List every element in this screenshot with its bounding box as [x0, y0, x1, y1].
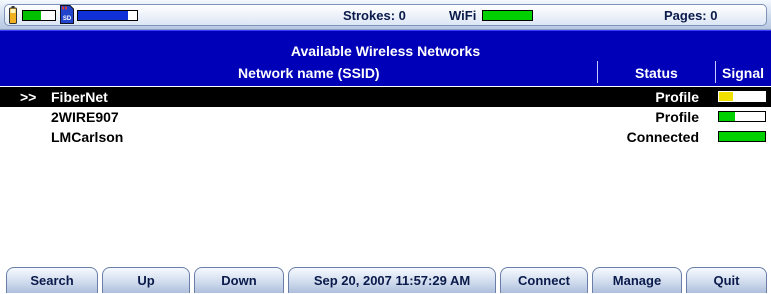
status-bar: SD Strokes: 0 WiFi Pages: 0 — [0, 0, 771, 30]
networks-header: Available Wireless Networks Network name… — [0, 30, 771, 86]
connect-button[interactable]: Connect — [500, 267, 588, 293]
signal-strength-fill — [719, 92, 733, 101]
page-title: Available Wireless Networks — [290, 43, 481, 59]
wifi-signal-gauge — [482, 10, 533, 21]
network-status: Profile — [655, 109, 699, 125]
network-row[interactable]: 2WIRE907 Profile — [0, 107, 771, 127]
memory-gauge-fill — [23, 11, 41, 20]
signal-strength-bar — [718, 111, 766, 122]
datetime-button[interactable]: Sep 20, 2007 11:57:29 AM — [288, 267, 496, 293]
search-button[interactable]: Search — [6, 267, 98, 293]
column-header-ssid: Network name (SSID) — [238, 65, 380, 81]
signal-strength-fill — [719, 112, 736, 121]
selection-cursor: >> — [20, 89, 37, 105]
network-row[interactable]: >> FiberNet Profile — [0, 87, 771, 107]
button-bar: Search Up Down Sep 20, 2007 11:57:29 AM … — [0, 264, 771, 293]
network-status: Connected — [626, 129, 699, 145]
quit-button[interactable]: Quit — [686, 267, 767, 293]
manage-button[interactable]: Manage — [592, 267, 682, 293]
column-header-signal: Signal — [722, 65, 765, 81]
pages-counter: Pages: 0 — [664, 8, 718, 23]
column-divider — [715, 61, 716, 83]
network-status: Profile — [655, 89, 699, 105]
up-button[interactable]: Up — [102, 267, 190, 293]
battery-icon — [9, 6, 17, 24]
network-list: >> FiberNet Profile 2WIRE907 Profile LMC… — [0, 87, 771, 147]
network-row[interactable]: LMCarlson Connected — [0, 127, 771, 147]
signal-strength-bar — [718, 91, 766, 102]
column-header-status: Status — [635, 65, 678, 81]
wifi-label: WiFi — [449, 8, 477, 23]
storage-gauge-fill — [78, 11, 129, 20]
signal-strength-fill — [719, 132, 765, 141]
strokes-counter: Strokes: 0 — [343, 8, 406, 23]
memory-gauge — [22, 10, 56, 21]
network-ssid: LMCarlson — [51, 129, 124, 145]
column-divider — [597, 61, 598, 83]
storage-gauge — [77, 10, 138, 21]
wifi-signal-fill — [483, 11, 532, 20]
signal-strength-bar — [718, 131, 766, 142]
sd-card-label: SD — [63, 16, 72, 22]
sd-card-icon: SD — [60, 5, 74, 24]
network-ssid: FiberNet — [51, 89, 108, 105]
network-ssid: 2WIRE907 — [51, 109, 119, 125]
down-button[interactable]: Down — [194, 267, 284, 293]
